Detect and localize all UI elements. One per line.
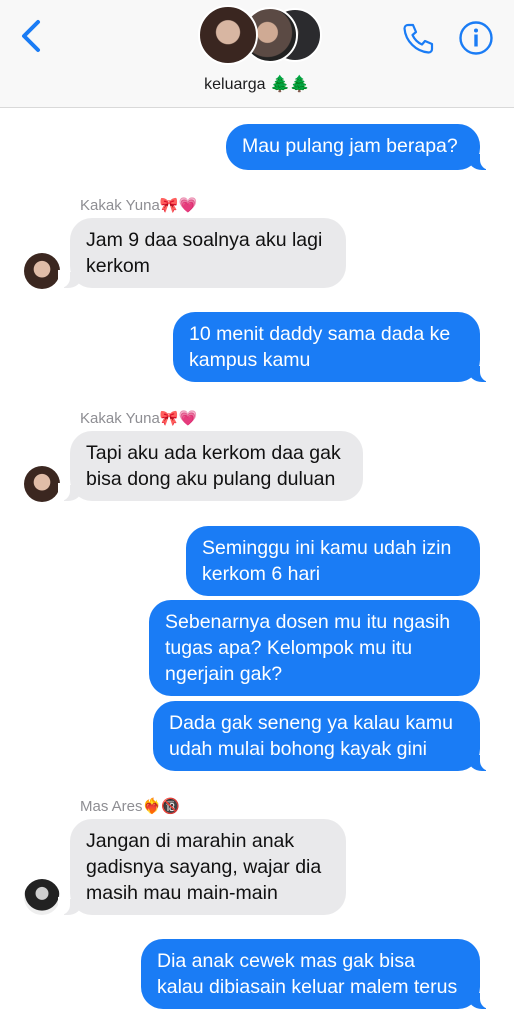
phone-icon[interactable] — [401, 22, 435, 56]
outgoing-message[interactable]: Seminggu ini kamu udah izin kerkom 6 har… — [186, 526, 480, 596]
sender-name: Kakak Yuna🎀💗 — [80, 410, 198, 427]
group-avatars[interactable] — [198, 5, 322, 65]
sender-name: Kakak Yuna🎀💗 — [80, 197, 198, 214]
info-icon[interactable] — [458, 20, 494, 56]
avatar[interactable] — [24, 253, 60, 289]
incoming-message[interactable]: Jam 9 daa soalnya aku lagi kerkom — [58, 218, 346, 288]
incoming-message[interactable]: Tapi aku ada kerkom daa gak bisa dong ak… — [58, 431, 363, 501]
avatar[interactable] — [24, 466, 60, 502]
outgoing-message[interactable]: Dada gak seneng ya kalau kamu udah mulai… — [153, 701, 492, 771]
outgoing-message[interactable]: 10 menit daddy sama dada ke kampus kamu — [173, 312, 492, 382]
incoming-message[interactable]: Jangan di marahin anak gadisnya sayang, … — [58, 819, 346, 915]
outgoing-message[interactable]: Mau pulang jam berapa? — [226, 124, 492, 170]
outgoing-message[interactable]: Dia anak cewek mas gak bisa kalau dibias… — [141, 939, 492, 1009]
outgoing-message[interactable]: Sebenarnya dosen mu itu ngasih tugas apa… — [149, 600, 480, 696]
avatar — [198, 5, 258, 65]
sender-name: Mas Ares❤️‍🔥🔞 — [80, 798, 180, 815]
chat-header: keluarga 🌲🌲 — [0, 0, 514, 108]
avatar[interactable] — [24, 879, 60, 915]
chevron-left-icon[interactable] — [18, 18, 46, 54]
group-name[interactable]: keluarga 🌲🌲 — [0, 74, 514, 94]
